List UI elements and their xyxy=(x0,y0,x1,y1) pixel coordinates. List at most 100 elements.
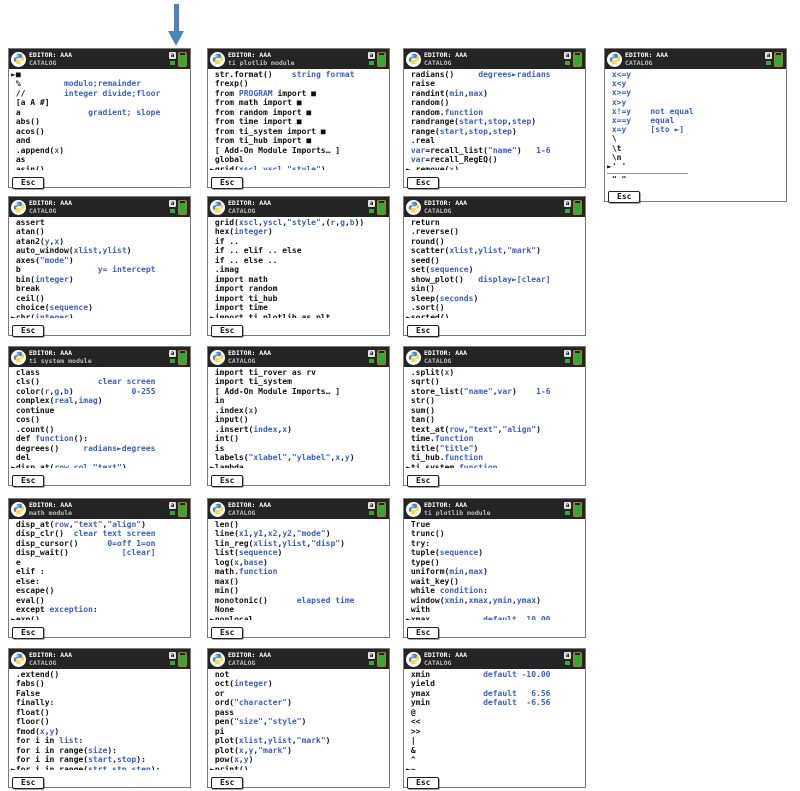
screen-title: EDITOR: AAA xyxy=(29,52,72,59)
catalog-line: frexp() xyxy=(210,79,389,88)
screen-header: EDITOR: AAACATALOG a xyxy=(9,649,190,669)
catalog-list: grid(xscl,yscl,"style",(r,g,b)) hex(inte… xyxy=(208,217,389,318)
catalog-line: // integer divide;floor xyxy=(11,89,190,98)
catalog-line: x<y xyxy=(607,79,786,88)
screen-subtitle: CATALOG xyxy=(29,60,72,67)
calculator-screen: EDITOR: AAACATALOG a not oct(integer) or… xyxy=(207,648,390,788)
catalog-line: str.format() string format xyxy=(210,70,389,79)
esc-button[interactable]: Esc xyxy=(211,627,243,639)
catalog-line: degrees() radians►degrees xyxy=(11,444,190,453)
busy-indicator-icon xyxy=(369,61,374,65)
catalog-line: del xyxy=(11,453,190,462)
catalog-line: cos() xyxy=(11,415,190,424)
esc-button[interactable]: Esc xyxy=(211,777,243,789)
busy-indicator-icon xyxy=(170,61,175,65)
catalog-line: @ xyxy=(406,708,585,717)
screen-subtitle: CATALOG xyxy=(29,660,72,667)
catalog-line: while condition: xyxy=(406,586,585,595)
catalog-line: plot(x,y,"mark") xyxy=(210,746,389,755)
catalog-line: seed() xyxy=(406,256,585,265)
screen-subtitle: CATALOG xyxy=(228,660,271,667)
alpha-indicator-icon: a xyxy=(765,52,772,59)
catalog-line: type() xyxy=(406,558,585,567)
catalog-line: pass xyxy=(210,708,389,717)
esc-button[interactable]: Esc xyxy=(12,177,44,189)
python-logo-icon xyxy=(13,351,25,363)
catalog-line: scatter(xlist,ylist,"mark") xyxy=(406,246,585,255)
screen-header: EDITOR: AAAmath module a xyxy=(9,499,190,519)
catalog-line: store_list("name",var) 1-6 xyxy=(406,387,585,396)
catalog-line: disp_clr() clear text screen xyxy=(11,529,190,538)
esc-button[interactable]: Esc xyxy=(407,627,439,639)
python-logo-icon xyxy=(408,351,420,363)
catalog-line: if .. else .. xyxy=(210,256,389,265)
busy-indicator-icon xyxy=(170,661,175,665)
catalog-line: for i in list: xyxy=(11,736,190,745)
screen-subtitle: CATALOG xyxy=(424,208,467,215)
calculator-screen: EDITOR: AAACATALOG a .split(x) sqrt() st… xyxy=(403,346,586,486)
battery-icon xyxy=(178,200,187,215)
battery-icon xyxy=(377,502,386,517)
catalog-line: fmod(x,y) xyxy=(11,727,190,736)
python-logo-icon xyxy=(212,201,224,213)
python-logo-icon xyxy=(408,53,420,65)
screen-header: EDITOR: AAACATALOG a xyxy=(404,197,585,217)
catalog-line: sleep(seconds) xyxy=(406,294,585,303)
catalog-line: randint(min,max) xyxy=(406,89,585,98)
catalog-line: as xyxy=(11,155,190,164)
busy-indicator-icon xyxy=(565,61,570,65)
calculator-screen: EDITOR: AAACATALOG a xmin default -10.00… xyxy=(403,648,586,788)
screen-title: EDITOR: AAA xyxy=(29,200,72,207)
screen-title: EDITOR: AAA xyxy=(424,652,467,659)
catalog-line: break xyxy=(11,284,190,293)
catalog-line: .extend() xyxy=(11,670,190,679)
catalog-line: for i in range(size): xyxy=(11,746,190,755)
esc-button[interactable]: Esc xyxy=(211,325,243,337)
catalog-list: import ti_rover as rv import ti_system [… xyxy=(208,367,389,468)
calculator-screen: EDITOR: AAACATALOG a x<=y x<y x>=y x>y x… xyxy=(604,48,787,202)
catalog-line: yield xyxy=(406,679,585,688)
catalog-line: assert xyxy=(11,218,190,227)
catalog-line: abs() xyxy=(11,117,190,126)
catalog-line: x>=y xyxy=(607,88,786,97)
python-logo-icon xyxy=(408,201,420,213)
esc-button[interactable]: Esc xyxy=(12,627,44,639)
esc-button[interactable]: Esc xyxy=(608,191,640,203)
esc-button[interactable]: Esc xyxy=(407,475,439,487)
screen-subtitle: CATALOG xyxy=(228,358,271,365)
alpha-indicator-icon: a xyxy=(368,200,375,207)
catalog-list: assert atan() atan2(y,x) auto_window(xli… xyxy=(9,217,190,318)
catalog-line: x==y equal xyxy=(607,116,786,125)
calculator-screen: EDITOR: AAACATALOG a return .reverse() r… xyxy=(403,196,586,336)
catalog-line: show_plot() display►[clear] xyxy=(406,275,585,284)
screen-subtitle: ti_plotlib module xyxy=(228,60,295,67)
esc-button[interactable]: Esc xyxy=(211,475,243,487)
catalog-line: escape() xyxy=(11,586,190,595)
catalog-line: tuple(sequence) xyxy=(406,548,585,557)
catalog-line: [ Add-On Module Imports… ] xyxy=(210,387,389,396)
catalog-line: from ti_system import ■ xyxy=(210,127,389,136)
catalog-line: var=recall_RegEQ() xyxy=(406,155,585,164)
esc-button[interactable]: Esc xyxy=(407,177,439,189)
catalog-list: disp_at(row,"text","align") disp_clr() c… xyxy=(9,519,190,620)
catalog-line: ymax default 6.56 xyxy=(406,689,585,698)
catalog-list: ►■ % modulo;remainder // integer divide;… xyxy=(9,69,190,170)
catalog-list: True trunc() try: tuple(sequence) type()… xyxy=(404,519,585,620)
battery-icon xyxy=(573,502,582,517)
esc-button[interactable]: Esc xyxy=(211,177,243,189)
catalog-line: range(start,stop,step) xyxy=(406,127,585,136)
catalog-line: import math xyxy=(210,275,389,284)
catalog-line: .reverse() xyxy=(406,227,585,236)
esc-button[interactable]: Esc xyxy=(12,475,44,487)
catalog-line: is xyxy=(210,444,389,453)
catalog-line: raise xyxy=(406,79,585,88)
esc-button[interactable]: Esc xyxy=(407,777,439,789)
esc-button[interactable]: Esc xyxy=(407,325,439,337)
alpha-indicator-icon: a xyxy=(564,652,571,659)
python-logo-icon xyxy=(609,53,621,65)
catalog-line: time.function xyxy=(406,434,585,443)
battery-icon xyxy=(774,52,783,67)
catalog-line: title("title") xyxy=(406,444,585,453)
esc-button[interactable]: Esc xyxy=(12,325,44,337)
esc-button[interactable]: Esc xyxy=(12,777,44,789)
